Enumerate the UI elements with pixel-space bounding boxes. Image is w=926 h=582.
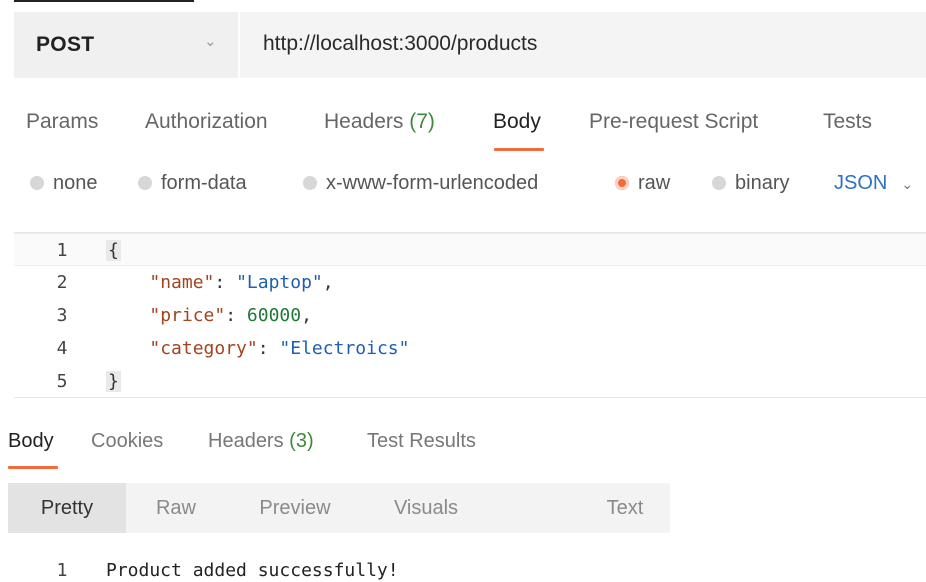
radio-form-data[interactable]: form-data xyxy=(138,172,247,195)
line-number: 5 xyxy=(56,371,68,392)
tab-label: Pre-request Script xyxy=(589,110,759,133)
view-label: Pretty xyxy=(40,497,94,519)
body-type-radios: none form-data x-www-form-urlencoded raw… xyxy=(0,170,926,200)
code-text: { xyxy=(106,234,121,267)
active-tab-indicator xyxy=(494,148,544,151)
radio-binary[interactable]: binary xyxy=(712,172,789,195)
method-select[interactable]: POST ⌄ xyxy=(14,12,240,78)
view-pretty[interactable]: Pretty xyxy=(8,483,126,533)
tab-label: Params xyxy=(26,110,99,133)
radio-none[interactable]: none xyxy=(30,172,98,195)
radio-x-www-form-urlencoded[interactable]: x-www-form-urlencoded xyxy=(303,172,538,195)
brace: } xyxy=(106,371,121,392)
chevron-down-icon: ⌄ xyxy=(901,176,914,192)
response-tab-body[interactable]: Body xyxy=(8,430,54,453)
tab-body[interactable]: Body xyxy=(493,110,541,134)
response-tab-headers[interactable]: Headers (3) xyxy=(208,430,314,453)
line-number: 1 xyxy=(56,560,68,581)
tab-label: Tests xyxy=(823,110,873,133)
json-comma: , xyxy=(322,272,334,293)
code-text: "price": 60000, xyxy=(106,299,312,332)
view-raw[interactable]: Raw xyxy=(136,483,216,533)
response-tabs: Body Cookies Headers (3) Test Results xyxy=(0,424,926,472)
view-format-select[interactable]: Text xyxy=(594,483,656,533)
tab-label: Authorization xyxy=(145,110,268,133)
json-string: "Electroics" xyxy=(279,338,410,359)
radio-label: x-www-form-urlencoded xyxy=(326,172,539,194)
response-tab-test-results[interactable]: Test Results xyxy=(367,430,476,453)
view-label: Preview xyxy=(259,497,331,519)
radio-dot-icon xyxy=(303,176,317,190)
code-text: } xyxy=(106,365,121,398)
url-input[interactable]: http://localhost:3000/products xyxy=(263,32,537,56)
radio-label: binary xyxy=(735,172,790,194)
radio-dot-icon xyxy=(30,176,44,190)
code-line: 2 "name": "Laptop", xyxy=(14,266,926,299)
response-view-modes: Pretty Raw Preview Visuals Text xyxy=(8,483,670,533)
top-divider xyxy=(14,0,194,2)
tab-params[interactable]: Params xyxy=(26,110,98,134)
line-number: 1 xyxy=(56,240,68,261)
json-key: "name" xyxy=(149,272,215,293)
view-visuals[interactable]: Visuals xyxy=(374,483,478,533)
view-preview[interactable]: Preview xyxy=(244,483,346,533)
code-line: 4 "category": "Electroics" xyxy=(14,332,926,365)
code-line: 1 { xyxy=(14,233,926,266)
raw-language-select[interactable]: JSON ⌄ xyxy=(834,172,913,195)
radio-label: none xyxy=(53,172,98,194)
json-sep: : xyxy=(214,272,237,293)
language-label: JSON xyxy=(834,172,888,194)
tab-pre-request-script[interactable]: Pre-request Script xyxy=(589,110,758,134)
chevron-down-icon: ⌄ xyxy=(204,33,217,50)
radio-label: form-data xyxy=(161,172,247,194)
tab-authorization[interactable]: Authorization xyxy=(145,110,268,134)
json-sep: : xyxy=(225,305,247,326)
view-label: Text xyxy=(606,497,644,519)
tab-headers[interactable]: Headers (7) xyxy=(324,110,435,134)
json-number: 60000 xyxy=(246,305,302,326)
method-label: POST xyxy=(36,33,95,56)
response-tab-cookies[interactable]: Cookies xyxy=(91,430,163,453)
tab-tests[interactable]: Tests xyxy=(823,110,872,134)
radio-label: raw xyxy=(638,172,671,194)
code-text: "category": "Electroics" xyxy=(106,332,409,365)
code-line: 5 } xyxy=(14,365,926,398)
request-bar: POST ⌄ http://localhost:3000/products xyxy=(14,12,926,78)
view-label: Visuals xyxy=(393,497,459,519)
tab-label: Body xyxy=(493,110,541,133)
tab-label: Cookies xyxy=(91,430,164,452)
line-number: 2 xyxy=(56,272,68,293)
json-key: "price" xyxy=(149,305,226,326)
line-number: 3 xyxy=(56,305,68,326)
radio-raw[interactable]: raw xyxy=(615,172,670,195)
request-body-editor[interactable]: 1 { 2 "name": "Laptop", 3 "price": 60000… xyxy=(14,232,926,398)
tab-label: Test Results xyxy=(367,430,476,452)
code-line: 3 "price": 60000, xyxy=(14,299,926,332)
request-tabs: Params Authorization Headers (7) Body Pr… xyxy=(0,104,926,154)
radio-dot-icon xyxy=(712,176,726,190)
radio-dot-icon xyxy=(615,176,629,190)
view-label: Raw xyxy=(155,497,196,519)
response-body-line: 1 Product added successfully! xyxy=(0,556,926,582)
code-text: "name": "Laptop", xyxy=(106,266,334,299)
tab-count: (7) xyxy=(409,110,435,133)
tab-label: Body xyxy=(8,430,54,452)
response-text: Product added successfully! xyxy=(106,560,399,581)
brace: { xyxy=(106,240,121,261)
tab-label: Headers xyxy=(208,430,284,452)
json-comma: , xyxy=(301,305,312,326)
json-string: "Laptop" xyxy=(236,272,323,293)
tab-count: (3) xyxy=(289,430,314,452)
line-number: 4 xyxy=(56,338,68,359)
json-sep: : xyxy=(257,338,280,359)
active-tab-indicator xyxy=(8,466,58,469)
tab-label: Headers xyxy=(324,110,404,133)
json-key: "category" xyxy=(149,338,258,359)
radio-dot-icon xyxy=(138,176,152,190)
